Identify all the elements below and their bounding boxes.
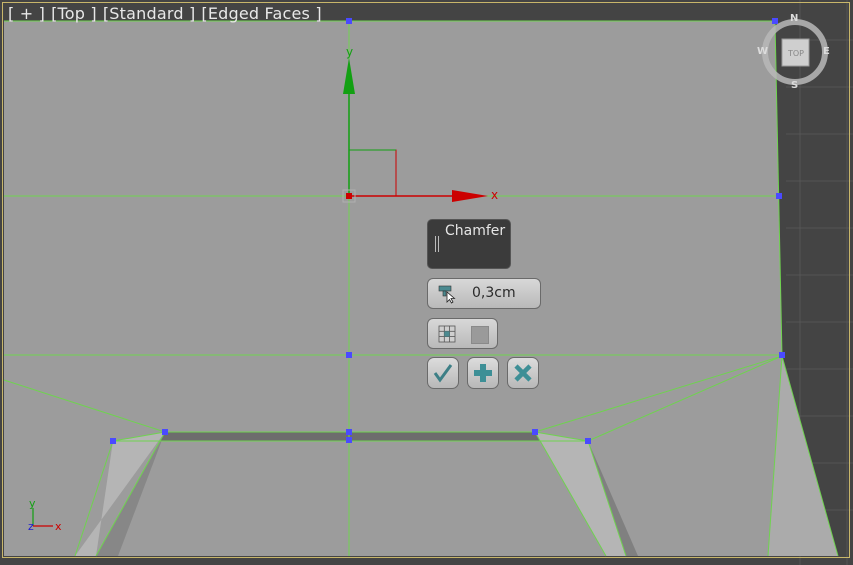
gizmo-x-label: x [491, 188, 498, 202]
world-y-label: y [29, 497, 36, 510]
viewcube[interactable]: TOP N S E W [755, 13, 831, 98]
chamfer-ok-button[interactable] [427, 357, 459, 389]
viewport-label-menu: [ + ] [Top ] [Standard ] [Edged Faces ] [8, 4, 328, 23]
compass-east[interactable]: E [823, 46, 830, 57]
viewport-shading-standard-menu[interactable]: [Standard ] [103, 4, 196, 23]
viewcube-face-label: TOP [787, 49, 804, 58]
viewport-edged-faces-menu[interactable]: [Edged Faces ] [201, 4, 321, 23]
caddy-title-text: Chamfer [445, 223, 506, 239]
compass-south[interactable]: S [791, 80, 798, 91]
chamfer-amount-icon [438, 284, 458, 308]
caddy-grip-handle[interactable] [435, 236, 439, 252]
checkmark-icon [433, 364, 453, 383]
world-x-label: x [55, 520, 62, 533]
chamfer-amount-value[interactable]: 0,3cm [472, 285, 516, 301]
chamfer-segments-icon[interactable] [438, 325, 456, 347]
viewport-point-of-view-menu[interactable]: [Top ] [51, 4, 97, 23]
viewport-top[interactable]: y x y x z [ + ] [Top ] [Standard ] [Edged F… [0, 0, 853, 565]
chamfer-apply-button[interactable] [467, 357, 499, 389]
viewport-plus-menu[interactable]: [ + ] [8, 4, 45, 23]
plus-icon [474, 364, 492, 382]
compass-north[interactable]: N [790, 13, 798, 24]
chamfer-amount-field[interactable]: 0,3cm [427, 278, 541, 309]
world-z-label: z [28, 520, 34, 533]
gizmo-y-label: y [346, 45, 353, 59]
gizmo-pivot [346, 193, 352, 199]
chamfer-options-row[interactable] [427, 318, 498, 349]
x-icon [514, 364, 532, 382]
chamfer-open-toggle-icon[interactable] [471, 326, 489, 344]
chamfer-caddy-title[interactable]: Chamfer [427, 219, 511, 269]
chamfer-cancel-button[interactable] [507, 357, 539, 389]
compass-west[interactable]: W [757, 46, 768, 57]
